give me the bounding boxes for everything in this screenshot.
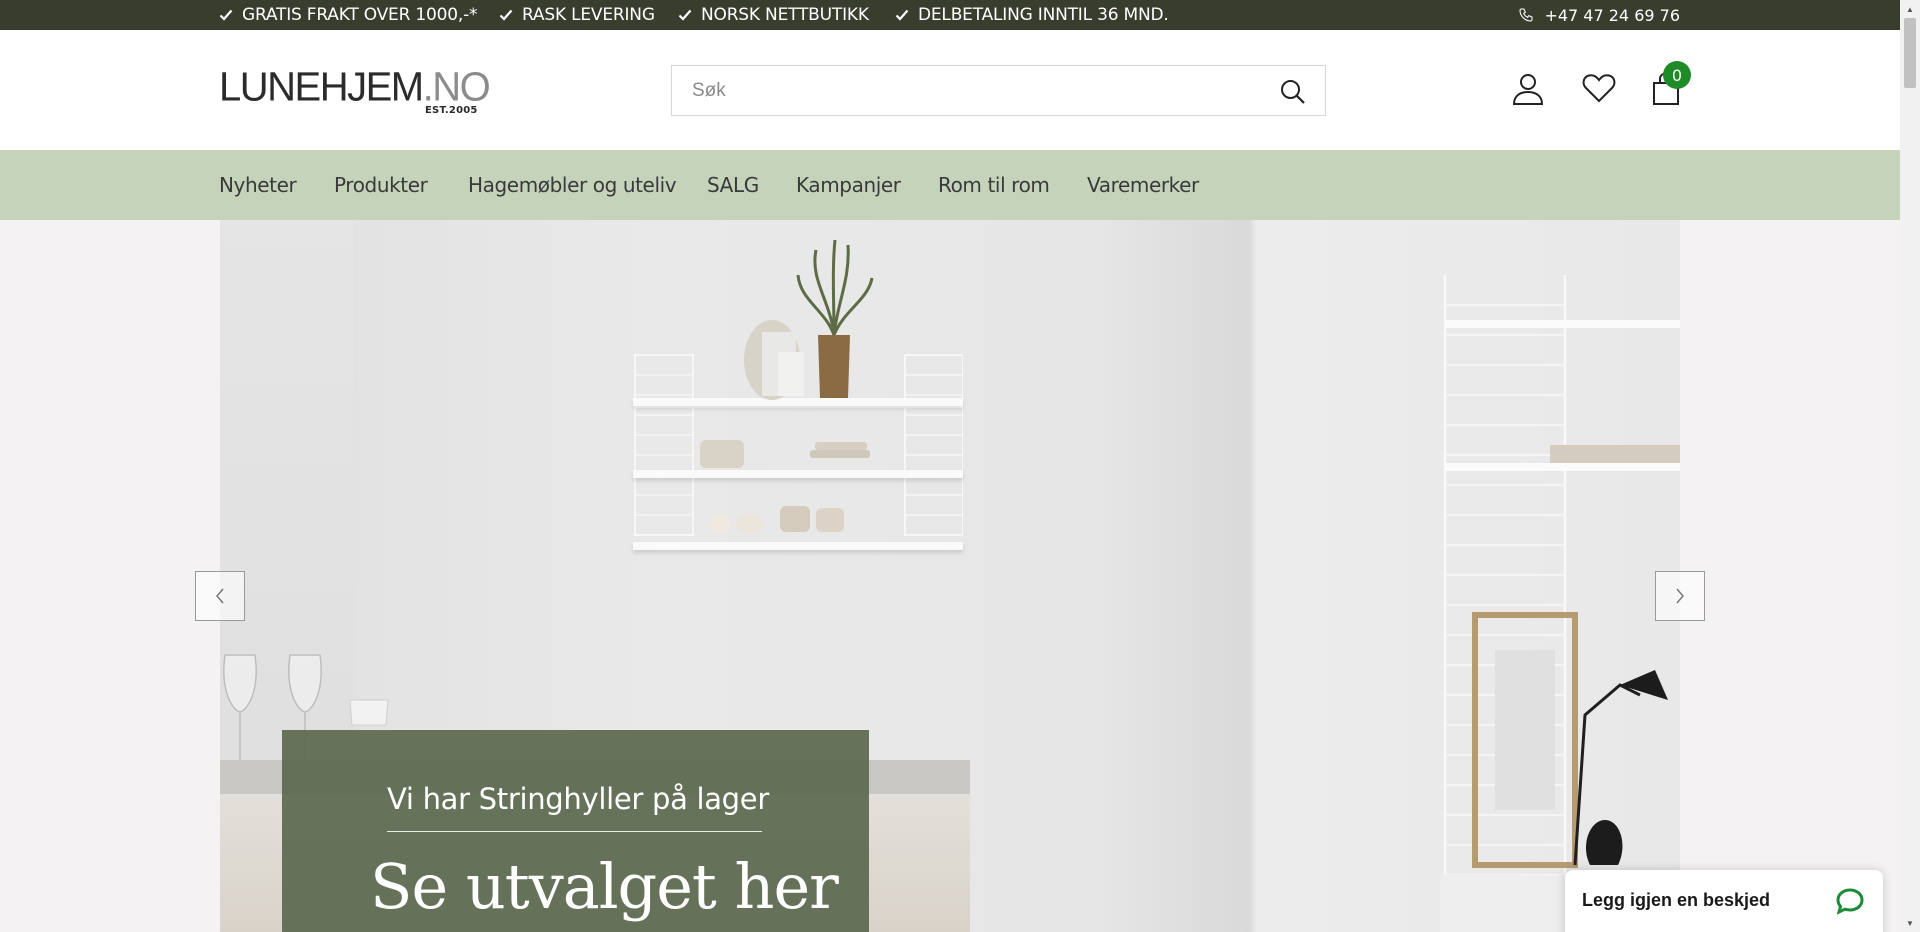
tall-shelf-illustration bbox=[1440, 275, 1680, 932]
check-icon bbox=[678, 9, 692, 21]
slider-prev-button[interactable] bbox=[195, 571, 245, 621]
hero-subtitle: Vi har Stringhyller på lager bbox=[387, 782, 769, 816]
logo-tld: .NO bbox=[422, 64, 491, 110]
search-icon[interactable] bbox=[1279, 78, 1307, 106]
phone-icon bbox=[1519, 8, 1533, 22]
check-icon bbox=[219, 9, 233, 21]
nav-item-rom-til-rom[interactable]: Rom til rom bbox=[938, 150, 1050, 220]
scroll-down-arrow[interactable]: ▼ bbox=[1900, 914, 1920, 932]
nav-item-salg[interactable]: SALG bbox=[707, 150, 759, 220]
usp-norwegian-store: NORSK NETTBUTIKK bbox=[678, 0, 869, 30]
check-icon bbox=[895, 9, 909, 21]
top-bar: GRATIS FRAKT OVER 1000,-* RASK LEVERING … bbox=[0, 0, 1900, 30]
scroll-thumb[interactable] bbox=[1904, 18, 1916, 88]
logo-est: EST.2005 bbox=[425, 105, 478, 116]
chat-label: Legg igjen en beskjed bbox=[1582, 890, 1771, 910]
slider-next-button[interactable] bbox=[1655, 571, 1705, 621]
usp-installments: DELBETALING INNTIL 36 MND. bbox=[895, 0, 1169, 30]
search-input[interactable] bbox=[672, 66, 1232, 115]
chevron-right-icon bbox=[1676, 588, 1684, 604]
usp-fast-delivery: RASK LEVERING bbox=[499, 0, 655, 30]
logo-main: LUNEHJEM bbox=[219, 64, 424, 110]
scroll-up-arrow[interactable]: ▲ bbox=[1900, 0, 1920, 18]
usp-label: GRATIS FRAKT OVER 1000,-* bbox=[242, 5, 478, 25]
nav-item-hagemobler[interactable]: Hagemøbler og uteliv bbox=[468, 150, 677, 220]
plant-decor bbox=[744, 240, 874, 400]
nav-item-varemerker[interactable]: Varemerker bbox=[1087, 150, 1199, 220]
cart-count-badge: 0 bbox=[1663, 61, 1691, 89]
caption-divider bbox=[387, 831, 762, 832]
phone-number: +47 47 24 69 76 bbox=[1544, 5, 1680, 25]
site-logo[interactable]: LUNEHJEM.NO EST.2005 bbox=[219, 64, 491, 117]
usp-label: DELBETALING INNTIL 36 MND. bbox=[918, 5, 1169, 25]
nav-item-produkter[interactable]: Produkter bbox=[334, 150, 428, 220]
hero-caption-box[interactable]: Vi har Stringhyller på lager Se utvalget… bbox=[282, 730, 869, 932]
usp-label: RASK LEVERING bbox=[522, 5, 655, 25]
main-nav: Nyheter Produkter Hagemøbler og uteliv S… bbox=[0, 150, 1900, 220]
nav-item-nyheter[interactable]: Nyheter bbox=[219, 150, 297, 220]
usp-label: NORSK NETTBUTIKK bbox=[701, 5, 869, 25]
hero-title: Se utvalget her bbox=[370, 850, 839, 923]
page-scrollbar[interactable]: ▲ ▼ bbox=[1900, 0, 1920, 932]
nav-item-kampanjer[interactable]: Kampanjer bbox=[796, 150, 901, 220]
usp-free-shipping: GRATIS FRAKT OVER 1000,-* bbox=[219, 0, 478, 30]
search-box bbox=[671, 65, 1326, 116]
chevron-left-icon bbox=[216, 588, 224, 604]
account-icon[interactable] bbox=[1511, 72, 1545, 106]
site-header: LUNEHJEM.NO EST.2005 0 bbox=[0, 30, 1900, 150]
shelf-items bbox=[700, 440, 870, 534]
chat-bubble-icon bbox=[1836, 888, 1864, 915]
phone-link[interactable]: +47 47 24 69 76 bbox=[1518, 0, 1680, 30]
chat-widget[interactable]: Legg igjen en beskjed bbox=[1565, 870, 1883, 932]
wishlist-heart-icon[interactable] bbox=[1582, 72, 1616, 104]
check-icon bbox=[499, 9, 513, 21]
